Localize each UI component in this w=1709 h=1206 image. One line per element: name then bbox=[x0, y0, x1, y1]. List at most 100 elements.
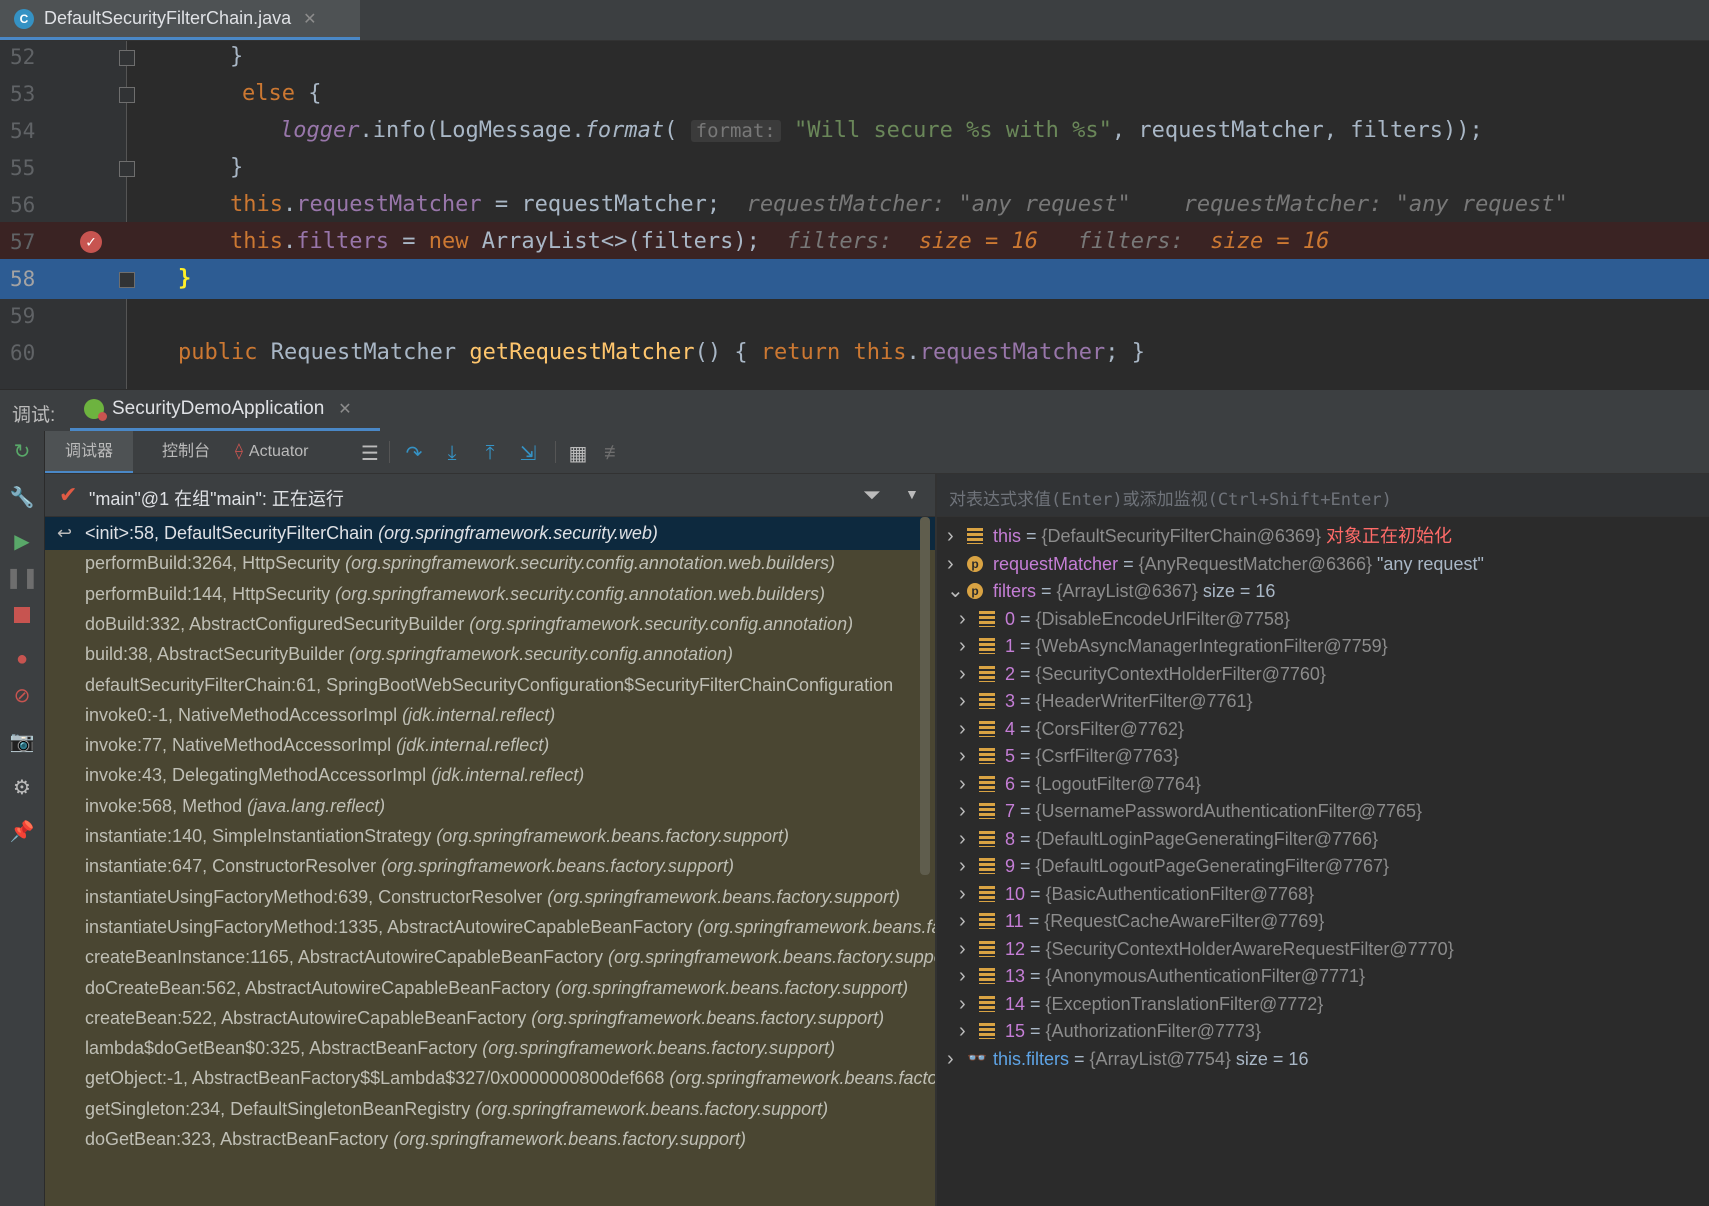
variable-row[interactable]: › 3 = {HeaderWriterFilter@7761} bbox=[937, 686, 1697, 716]
debug-session-tab[interactable]: SecurityDemoApplication ✕ bbox=[70, 390, 380, 431]
variable-row[interactable]: › 5 = {CsrfFilter@7763} bbox=[937, 741, 1697, 771]
stack-frame[interactable]: performBuild:144, HttpSecurity (org.spri… bbox=[45, 578, 935, 611]
pause-icon[interactable]: ❚❚ bbox=[5, 563, 39, 591]
editor-tab-default-security-filter-chain[interactable]: C DefaultSecurityFilterChain.java ✕ bbox=[0, 0, 360, 40]
chevron-right-icon[interactable]: › bbox=[959, 851, 966, 881]
stack-frame[interactable]: defaultSecurityFilterChain:61, SpringBoo… bbox=[45, 669, 935, 702]
chevron-right-icon[interactable]: › bbox=[959, 879, 966, 909]
stack-frames-list[interactable]: ↩ <init>:58, DefaultSecurityFilterChain (… bbox=[45, 517, 935, 1206]
variable-row[interactable]: › 15 = {AuthorizationFilter@7773} bbox=[937, 1016, 1697, 1046]
variable-row[interactable]: › 👓 this.filters = {ArrayList@7754} size =… bbox=[937, 1044, 1697, 1074]
code-line[interactable]: 57 ✓ this.filters = new ArrayList<>(filter… bbox=[0, 222, 1709, 262]
layout-menu-icon[interactable]: ☰ bbox=[357, 440, 383, 466]
stack-frame[interactable]: invoke:43, DelegatingMethodAccessorImpl … bbox=[45, 759, 935, 792]
chevron-right-icon[interactable]: › bbox=[959, 741, 966, 771]
variable-row[interactable]: › 14 = {ExceptionTranslationFilter@7772} bbox=[937, 989, 1697, 1019]
frames-scrollbar[interactable] bbox=[920, 517, 930, 875]
trace-stream-icon[interactable]: ≢ bbox=[601, 440, 627, 466]
variable-row[interactable]: › 8 = {DefaultLoginPageGeneratingFilter@7… bbox=[937, 824, 1697, 854]
variable-row[interactable]: › 1 = {WebAsyncManagerIntegrationFilter@7… bbox=[937, 631, 1697, 661]
variable-row[interactable]: ⌄ p filters = {ArrayList@6367} size = 16 bbox=[937, 576, 1697, 606]
stack-frame[interactable]: doCreateBean:562, AbstractAutowireCapabl… bbox=[45, 972, 935, 1005]
chevron-down-icon[interactable]: ▼ bbox=[905, 486, 919, 502]
variable-row[interactable]: › 7 = {UsernamePasswordAuthenticationFilt… bbox=[937, 796, 1697, 826]
chevron-right-icon[interactable]: › bbox=[959, 961, 966, 991]
mute-breakpoints-icon[interactable]: ⊘ bbox=[8, 681, 36, 709]
stack-frame[interactable]: instantiate:647, ConstructorResolver (or… bbox=[45, 850, 935, 883]
run-to-cursor-icon[interactable]: ⇲ bbox=[515, 440, 541, 466]
variable-row[interactable]: › 10 = {BasicAuthenticationFilter@7768} bbox=[937, 879, 1697, 909]
stack-frame[interactable]: build:38, AbstractSecurityBuilder (org.s… bbox=[45, 638, 935, 671]
tab-actuator[interactable]: ⟠ Actuator bbox=[235, 431, 365, 471]
stack-frame[interactable]: invoke0:-1, NativeMethodAccessorImpl (jd… bbox=[45, 699, 935, 732]
pin-icon[interactable]: 📌 bbox=[8, 817, 36, 845]
stack-frame[interactable]: instantiateUsingFactoryMethod:639, Const… bbox=[45, 881, 935, 914]
chevron-right-icon[interactable]: › bbox=[959, 714, 966, 744]
breakpoint-icon[interactable]: ✓ bbox=[80, 231, 102, 253]
stack-frame[interactable]: doGetBean:323, AbstractBeanFactory (org.… bbox=[45, 1123, 935, 1156]
fold-marker-icon[interactable] bbox=[119, 87, 135, 103]
chevron-down-icon[interactable]: ⌄ bbox=[947, 576, 964, 606]
step-out-icon[interactable]: ⤒ bbox=[477, 440, 503, 466]
stack-frame[interactable]: lambda$doGetBean$0:325, AbstractBeanFact… bbox=[45, 1032, 935, 1065]
code-line[interactable]: 59 bbox=[0, 296, 1709, 336]
variable-row[interactable]: › 2 = {SecurityContextHolderFilter@7760} bbox=[937, 659, 1697, 689]
settings-icon[interactable]: ⚙ bbox=[8, 773, 36, 801]
rerun-icon[interactable]: ↻ bbox=[8, 437, 36, 465]
fold-marker-icon[interactable] bbox=[119, 50, 135, 66]
chevron-right-icon[interactable]: › bbox=[947, 549, 954, 579]
chevron-right-icon[interactable]: › bbox=[959, 906, 966, 936]
chevron-right-icon[interactable]: › bbox=[959, 686, 966, 716]
stack-frame-selected[interactable]: ↩ <init>:58, DefaultSecurityFilterChain (… bbox=[45, 517, 935, 550]
code-line[interactable]: 53 else { bbox=[0, 74, 1709, 114]
variable-row[interactable]: › 6 = {LogoutFilter@7764} bbox=[937, 769, 1697, 799]
chevron-right-icon[interactable]: › bbox=[959, 604, 966, 634]
variable-row[interactable]: › 9 = {DefaultLogoutPageGeneratingFilter@… bbox=[937, 851, 1697, 881]
chevron-right-icon[interactable]: › bbox=[959, 934, 966, 964]
stack-frame[interactable]: instantiateUsingFactoryMethod:1335, Abst… bbox=[45, 911, 935, 944]
stack-frame[interactable]: createBean:522, AbstractAutowireCapableB… bbox=[45, 1002, 935, 1035]
view-breakpoints-icon[interactable]: ● bbox=[8, 645, 36, 673]
code-line[interactable]: 54 logger.info(LogMessage.format( format:… bbox=[0, 111, 1709, 151]
code-line[interactable]: 60 public RequestMatcher getRequestMatche… bbox=[0, 333, 1709, 373]
chevron-right-icon[interactable]: › bbox=[947, 1044, 954, 1074]
code-line[interactable]: 56 this.requestMatcher = requestMatcher; … bbox=[0, 185, 1709, 225]
filter-icon[interactable]: ⏷ bbox=[863, 482, 881, 508]
close-icon[interactable]: ✕ bbox=[303, 9, 316, 29]
thread-selector[interactable]: ✔ "main"@1 在组"main": 正在运行 ⏷ ▼ bbox=[45, 474, 935, 517]
code-line[interactable]: 52} bbox=[0, 41, 1709, 77]
code-line[interactable]: 55} bbox=[0, 148, 1709, 188]
chevron-right-icon[interactable]: › bbox=[947, 521, 954, 551]
step-over-icon[interactable]: ↷ bbox=[401, 440, 427, 466]
stack-frame[interactable]: getSingleton:234, DefaultSingletonBeanRe… bbox=[45, 1093, 935, 1126]
chevron-right-icon[interactable]: › bbox=[959, 1016, 966, 1046]
evaluate-expression-icon[interactable]: ▦ bbox=[565, 440, 591, 466]
wrench-icon[interactable]: 🔧 bbox=[8, 483, 36, 511]
variable-row[interactable]: › 0 = {DisableEncodeUrlFilter@7758} bbox=[937, 604, 1697, 634]
code-editor[interactable]: 52} 53 else {54 logger.info(LogMessage.form… bbox=[0, 41, 1709, 389]
chevron-right-icon[interactable]: › bbox=[959, 824, 966, 854]
stop-icon[interactable] bbox=[8, 601, 36, 629]
current-execution-line[interactable]: 58} bbox=[0, 259, 1709, 299]
stack-frame[interactable]: doBuild:332, AbstractConfiguredSecurityB… bbox=[45, 608, 935, 641]
chevron-right-icon[interactable]: › bbox=[959, 659, 966, 689]
fold-marker-icon[interactable] bbox=[119, 272, 135, 288]
step-into-icon[interactable]: ⤓ bbox=[439, 440, 465, 466]
stack-frame[interactable]: instantiate:140, SimpleInstantiationStra… bbox=[45, 820, 935, 853]
chevron-right-icon[interactable]: › bbox=[959, 631, 966, 661]
tab-debugger[interactable]: 调试器 bbox=[45, 431, 133, 473]
variable-row[interactable]: › this = {DefaultSecurityFilterChain@6369… bbox=[937, 521, 1697, 551]
stack-frame[interactable]: getObject:-1, AbstractBeanFactory$$Lambd… bbox=[45, 1062, 935, 1095]
tab-console[interactable]: 控制台 bbox=[151, 431, 221, 471]
variable-row[interactable]: › 11 = {RequestCacheAwareFilter@7769} bbox=[937, 906, 1697, 936]
chevron-right-icon[interactable]: › bbox=[959, 769, 966, 799]
variable-row[interactable]: › p requestMatcher = {AnyRequestMatcher@63… bbox=[937, 549, 1697, 579]
stack-frame[interactable]: invoke:568, Method (java.lang.reflect) bbox=[45, 790, 935, 823]
evaluate-watch-input[interactable]: 对表达式求值(Enter)或添加监视(Ctrl+Shift+Enter) bbox=[937, 474, 1709, 517]
variable-row[interactable]: › 4 = {CorsFilter@7762} bbox=[937, 714, 1697, 744]
variable-row[interactable]: › 13 = {AnonymousAuthenticationFilter@777… bbox=[937, 961, 1697, 991]
resume-icon[interactable]: ▶ bbox=[8, 527, 36, 555]
chevron-right-icon[interactable]: › bbox=[959, 989, 966, 1019]
fold-marker-icon[interactable] bbox=[119, 161, 135, 177]
close-icon[interactable]: ✕ bbox=[338, 399, 351, 419]
